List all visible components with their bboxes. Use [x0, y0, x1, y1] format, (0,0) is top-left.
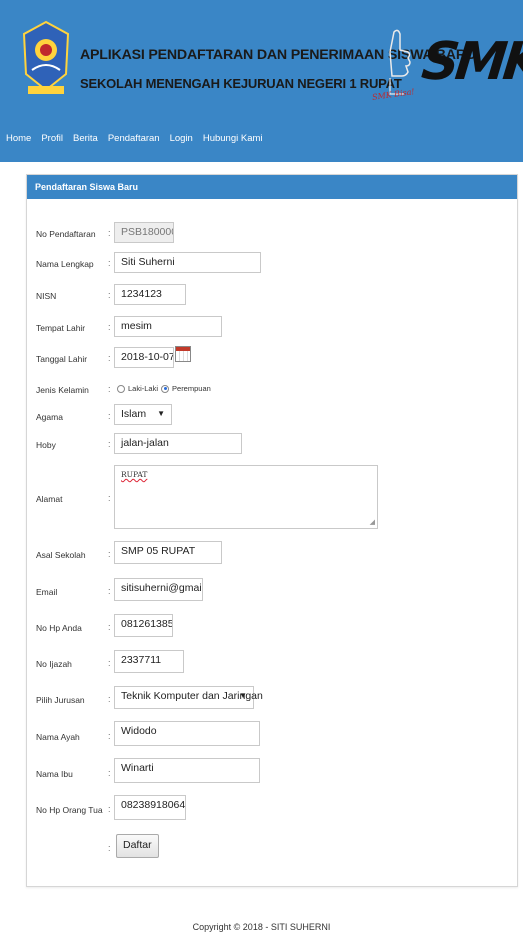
label-email: Email	[36, 587, 58, 597]
nav-home[interactable]: Home	[6, 133, 31, 153]
school-emblem-icon	[22, 20, 70, 94]
no-ijazah-field[interactable]: 2337711	[114, 650, 184, 673]
daftar-button[interactable]: Daftar	[116, 834, 159, 858]
label-alamat: Alamat	[36, 494, 63, 504]
colon: :	[108, 768, 111, 778]
colon: :	[108, 384, 111, 394]
label-tempat-lahir: Tempat Lahir	[36, 323, 86, 333]
hoby-field[interactable]: jalan-jalan	[114, 433, 242, 454]
label-no-hp-ortu: No Hp Orang Tua	[36, 805, 103, 815]
radio-laki-laki-label: Laki-Laki	[128, 384, 159, 393]
label-no-ijazah: No Ijazah	[36, 659, 72, 669]
nav-profil[interactable]: Profil	[41, 133, 63, 153]
colon: :	[108, 843, 111, 853]
no-hp-ortu-field[interactable]: 082389180645	[114, 795, 186, 820]
label-no-hp: No Hp Anda	[36, 623, 82, 633]
colon: :	[108, 439, 111, 449]
no-hp-field[interactable]: 081261385717	[114, 614, 173, 637]
footer-copyright: Copyright © 2018 - SITI SUHERNI	[192, 922, 331, 932]
label-agama: Agama	[36, 412, 63, 422]
label-asal-sekolah: Asal Sekolah	[36, 550, 86, 560]
label-tanggal-lahir: Tanggal Lahir	[36, 354, 88, 364]
colon: :	[108, 353, 111, 363]
colon: :	[108, 658, 111, 668]
colon: :	[108, 493, 111, 503]
email-field[interactable]: sitisuherni@gmail.co	[114, 578, 203, 601]
asal-sekolah-field[interactable]: SMP 05 RUPAT	[114, 541, 222, 564]
alamat-textarea[interactable]: RUPAT ◢	[114, 465, 378, 529]
label-nisn: NISN	[36, 291, 57, 301]
colon: :	[108, 622, 111, 632]
colon: :	[108, 694, 111, 704]
calendar-icon[interactable]	[175, 346, 191, 362]
colon: :	[108, 290, 111, 300]
nav-hubungi-kami[interactable]: Hubungi Kami	[203, 133, 263, 153]
colon: :	[108, 586, 111, 596]
panel-title: Pendaftaran Siswa Baru	[27, 175, 517, 199]
tanggal-lahir-field[interactable]: 2018-10-07	[114, 347, 174, 368]
registration-panel: Pendaftaran Siswa Baru No Pendaftaran : …	[26, 174, 518, 887]
dropdown-arrow-icon: ▼	[239, 691, 247, 700]
colon: :	[108, 322, 111, 332]
alamat-value: RUPAT	[121, 470, 148, 479]
colon: :	[108, 804, 111, 814]
nav-pendaftaran[interactable]: Pendaftaran	[108, 133, 160, 153]
agama-selected-value: Islam	[121, 408, 147, 420]
label-nama-ibu: Nama Ibu	[36, 769, 73, 779]
agama-select[interactable]: Islam ▼	[114, 404, 172, 425]
label-nama-ayah: Nama Ayah	[36, 732, 80, 742]
label-nama-lengkap: Nama Lengkap	[36, 259, 94, 269]
radio-perempuan[interactable]	[161, 384, 170, 393]
label-no-pendaftaran: No Pendaftaran	[36, 229, 96, 239]
nav-login[interactable]: Login	[170, 133, 193, 153]
dropdown-arrow-icon: ▼	[157, 409, 165, 418]
colon: :	[108, 411, 111, 421]
main-nav: Home Profil Berita Pendaftaran Login Hub…	[6, 133, 273, 153]
school-name: SEKOLAH MENENGAH KEJURUAN NEGERI 1 RUPAT	[80, 76, 402, 91]
brand-logo-text: SMK	[418, 32, 523, 92]
tempat-lahir-field[interactable]: mesim	[114, 316, 222, 337]
nama-ayah-field[interactable]: Widodo	[114, 721, 260, 746]
colon: :	[108, 549, 111, 559]
colon: :	[108, 228, 111, 238]
nav-berita[interactable]: Berita	[73, 133, 98, 153]
label-pilih-jurusan: Pilih Jurusan	[36, 695, 85, 705]
gender-radio-group: Laki-Laki Perempuan	[117, 384, 211, 393]
jurusan-select[interactable]: Teknik Komputer dan Jaringan ▼	[114, 686, 263, 709]
colon: :	[108, 258, 111, 268]
nama-lengkap-field[interactable]: Siti Suherni	[114, 252, 261, 273]
resize-handle-icon[interactable]: ◢	[370, 518, 375, 526]
radio-perempuan-label: Perempuan	[172, 384, 211, 393]
label-hoby: Hoby	[36, 440, 56, 450]
no-pendaftaran-field[interactable]: PSB1800007	[114, 222, 174, 243]
radio-laki-laki[interactable]	[117, 384, 125, 393]
nisn-field[interactable]: 1234123	[114, 284, 186, 305]
site-header: APLIKASI PENDAFTARAN DAN PENERIMAAN SISW…	[0, 0, 523, 162]
nama-ibu-field[interactable]: Winarti	[114, 758, 260, 783]
app-title: APLIKASI PENDAFTARAN DAN PENERIMAAN SISW…	[80, 47, 476, 63]
colon: :	[108, 731, 111, 741]
label-jenis-kelamin: Jenis Kelamin	[36, 385, 89, 395]
